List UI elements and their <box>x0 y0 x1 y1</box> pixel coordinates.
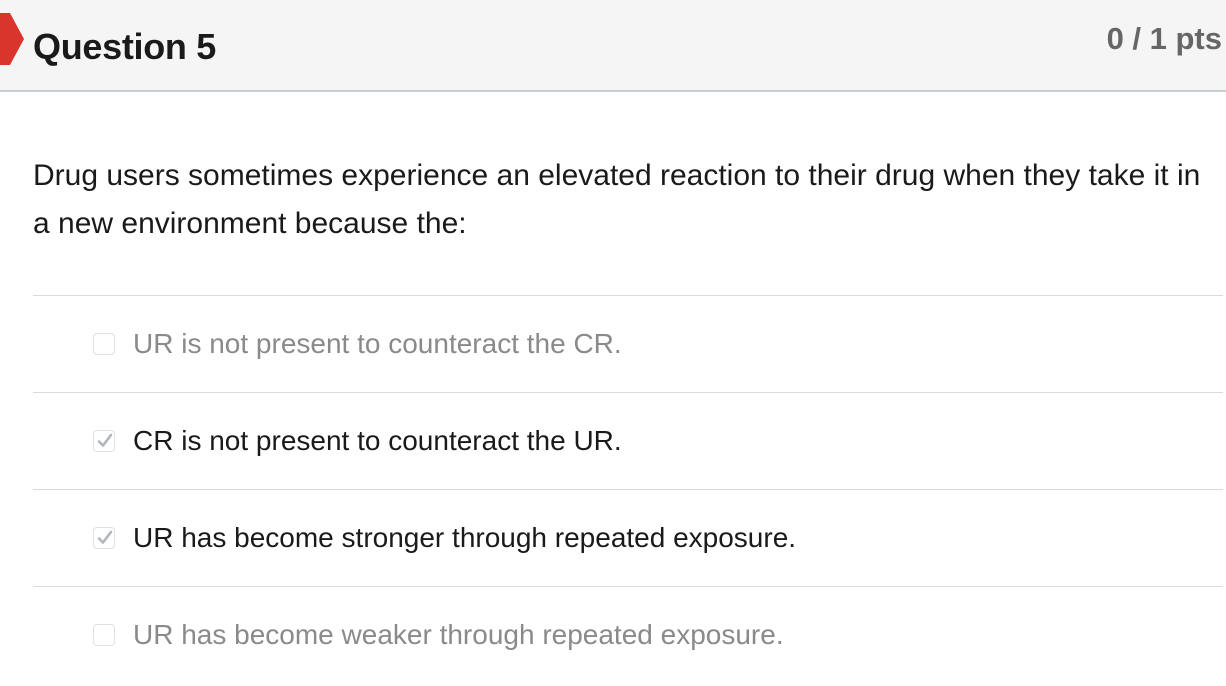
answer-option[interactable]: UR has become stronger through repeated … <box>33 489 1223 586</box>
bookmark-flag-icon[interactable] <box>0 13 24 65</box>
answer-checkbox[interactable] <box>93 527 115 549</box>
answer-label: UR is not present to counteract the CR. <box>133 328 622 359</box>
answer-label: CR is not present to counteract the UR. <box>133 425 622 456</box>
question-text: Drug users sometimes experience an eleva… <box>33 159 1201 240</box>
question-title: Question 5 <box>33 26 217 67</box>
answer-checkbox[interactable] <box>93 430 115 452</box>
answer-option[interactable]: UR is not present to counteract the CR. <box>33 295 1223 392</box>
answer-list: UR is not present to counteract the CR. … <box>33 295 1223 683</box>
answer-label: UR has become stronger through repeated … <box>133 522 797 553</box>
answer-option[interactable]: CR is not present to counteract the UR. <box>33 392 1223 489</box>
question-header: Question 5 0 / 1 pts <box>0 0 1226 92</box>
checkmark-icon <box>97 530 113 544</box>
answer-checkbox[interactable] <box>93 333 115 355</box>
answer-option[interactable]: UR has become weaker through repeated ex… <box>33 586 1223 683</box>
answer-checkbox[interactable] <box>93 624 115 646</box>
answer-label: UR has become weaker through repeated ex… <box>133 619 784 650</box>
question-points: 0 / 1 pts <box>1106 21 1222 56</box>
checkmark-icon <box>97 433 113 447</box>
